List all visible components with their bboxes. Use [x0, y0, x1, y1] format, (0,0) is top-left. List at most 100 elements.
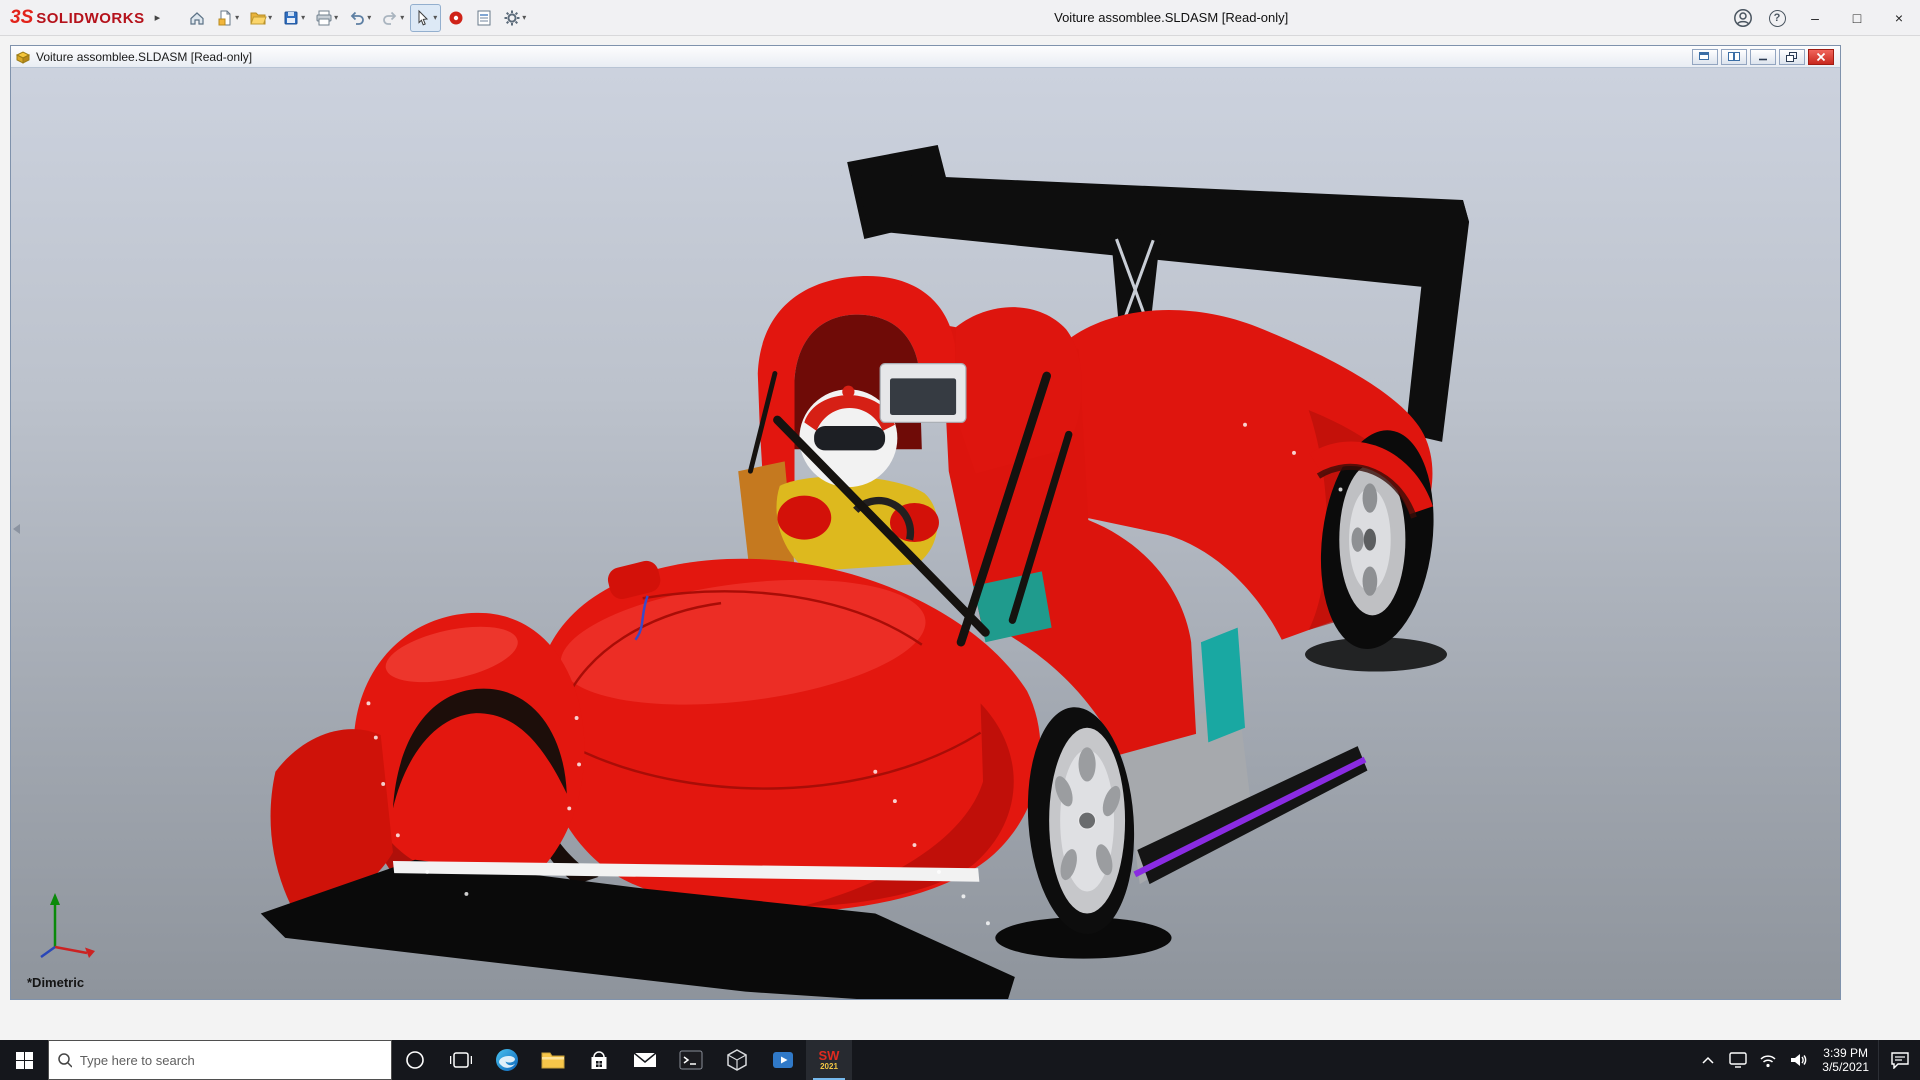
- taskbar-search[interactable]: [48, 1040, 392, 1080]
- minimize-button[interactable]: –: [1794, 0, 1836, 36]
- windscreen-frame: [879, 363, 967, 423]
- tile-windows-button[interactable]: [1721, 48, 1747, 65]
- z-axis-arrow: [40, 945, 56, 959]
- undo-icon: [350, 11, 365, 25]
- new-document-icon: [218, 10, 231, 25]
- select-cursor-icon: [418, 9, 429, 25]
- network-tray-button[interactable]: [1753, 1040, 1783, 1080]
- save-button[interactable]: ▾: [278, 4, 309, 32]
- mouse-gestures-button[interactable]: [443, 4, 469, 32]
- solidworks-app-button[interactable]: SW 2021: [806, 1040, 852, 1080]
- 3d-viewer-icon: [727, 1049, 747, 1071]
- print-button[interactable]: ▾: [311, 4, 342, 32]
- home-button[interactable]: [184, 4, 210, 32]
- view-orientation-label: *Dimetric: [27, 975, 85, 990]
- solidworks-app-letters: SW: [818, 1048, 840, 1063]
- account-icon: [1734, 9, 1752, 27]
- dropdown-caret[interactable]: ▾: [334, 13, 338, 22]
- home-icon: [190, 11, 204, 25]
- redo-icon: [383, 11, 397, 25]
- mail-icon: [633, 1052, 657, 1067]
- cortana-button[interactable]: [392, 1040, 438, 1080]
- solidworks-logo-text: SOLIDWORKS: [36, 9, 145, 27]
- task-view-button[interactable]: [438, 1040, 484, 1080]
- mdi-client-area: Voiture assomblee.SLDASM [Read-only] *Di…: [0, 37, 1920, 1040]
- y-axis-arrow: [50, 893, 60, 905]
- taskbar-clock[interactable]: 3:39 PM 3/5/2021: [1813, 1040, 1878, 1080]
- document-window-controls: [1692, 48, 1836, 65]
- minimize-icon: [1759, 58, 1767, 60]
- file-explorer-button[interactable]: [530, 1040, 576, 1080]
- terminal-button[interactable]: [668, 1040, 714, 1080]
- open-button[interactable]: ▾: [245, 4, 276, 32]
- volume-icon: [1791, 1054, 1807, 1066]
- solidworks-logo-mark: 3S: [10, 6, 34, 28]
- dropdown-caret[interactable]: ▾: [400, 13, 404, 22]
- select-tool-button[interactable]: ▾: [410, 3, 442, 32]
- 3d-model-render[interactable]: [11, 68, 1840, 999]
- mail-button[interactable]: [622, 1040, 668, 1080]
- open-folder-icon: [250, 12, 267, 24]
- terminal-icon: [679, 1050, 703, 1070]
- doc-minimize-button[interactable]: [1750, 48, 1776, 65]
- task-view-icon: [450, 1052, 472, 1068]
- document-window: Voiture assomblee.SLDASM [Read-only] *Di…: [10, 45, 1841, 1000]
- chevron-up-icon: [1702, 1056, 1714, 1064]
- clock-date: 3/5/2021: [1822, 1060, 1869, 1074]
- close-button[interactable]: ×: [1878, 0, 1920, 36]
- cascade-windows-icon: [1699, 51, 1709, 60]
- display-icon: [1729, 1052, 1747, 1068]
- redo-button[interactable]: ▾: [377, 4, 408, 32]
- assembly-document-icon: [15, 50, 31, 64]
- doc-close-button[interactable]: [1808, 48, 1834, 65]
- document-titlebar[interactable]: Voiture assomblee.SLDASM [Read-only]: [11, 46, 1840, 68]
- undo-button[interactable]: ▾: [344, 4, 375, 32]
- panel-collapse-arrow[interactable]: [13, 524, 20, 535]
- graphics-viewport[interactable]: *Dimetric: [11, 68, 1840, 999]
- account-button[interactable]: [1726, 0, 1760, 36]
- document-title: Voiture assomblee.SLDASM [Read-only]: [36, 49, 253, 64]
- search-input[interactable]: [79, 1052, 383, 1068]
- restore-icon: [1786, 51, 1797, 62]
- app-title: Voiture assomblee.SLDASM [Read-only]: [1054, 10, 1289, 25]
- action-center-button[interactable]: [1878, 1040, 1920, 1080]
- document-list-button[interactable]: [471, 4, 497, 32]
- display-tray-button[interactable]: [1723, 1040, 1753, 1080]
- cascade-windows-button[interactable]: [1692, 48, 1718, 65]
- mouse-gestures-icon: [449, 11, 463, 24]
- help-icon: ?: [1768, 9, 1786, 27]
- store-icon: [591, 1051, 607, 1069]
- titlebar-right: ? – □ ×: [1726, 0, 1920, 36]
- video-app-button[interactable]: [760, 1040, 806, 1080]
- screen: 3S SOLIDWORKS ▸ ▾ ▾ ▾ ▾ ▾ ▾ ▾ ▾ Voiture …: [0, 0, 1920, 1080]
- dropdown-caret[interactable]: ▾: [235, 13, 239, 22]
- windows-start-icon: [15, 1051, 33, 1069]
- maximize-button[interactable]: □: [1836, 0, 1878, 36]
- action-center-icon: [1890, 1052, 1909, 1069]
- video-app-icon: [773, 1052, 793, 1068]
- tile-windows-icon: [1728, 51, 1740, 61]
- wifi-icon: [1760, 1054, 1776, 1067]
- 3d-viewer-button[interactable]: [714, 1040, 760, 1080]
- hidden-icons-button[interactable]: [1693, 1040, 1723, 1080]
- settings-button[interactable]: ▾: [499, 4, 530, 32]
- store-button[interactable]: [576, 1040, 622, 1080]
- volume-tray-button[interactable]: [1783, 1040, 1813, 1080]
- settings-gear-icon: [504, 10, 520, 25]
- dropdown-caret[interactable]: ▾: [301, 13, 305, 22]
- edge-browser-button[interactable]: [484, 1040, 530, 1080]
- start-button[interactable]: [0, 1040, 48, 1080]
- help-button[interactable]: ?: [1760, 0, 1794, 36]
- clock-time: 3:39 PM: [1823, 1046, 1868, 1060]
- app-titlebar: 3S SOLIDWORKS ▸ ▾ ▾ ▾ ▾ ▾ ▾ ▾ ▾ Voiture …: [0, 0, 1920, 36]
- dropdown-caret[interactable]: ▾: [268, 13, 272, 22]
- doc-restore-button[interactable]: [1779, 48, 1805, 65]
- save-icon: [284, 11, 298, 24]
- new-document-button[interactable]: ▾: [212, 4, 243, 32]
- dropdown-caret[interactable]: ▾: [433, 13, 437, 22]
- dropdown-caret[interactable]: ▾: [522, 13, 526, 22]
- search-icon: [58, 1053, 72, 1068]
- print-icon: [316, 10, 332, 25]
- toolbar-expand-arrow-icon[interactable]: ▸: [155, 11, 161, 24]
- dropdown-caret[interactable]: ▾: [367, 13, 371, 22]
